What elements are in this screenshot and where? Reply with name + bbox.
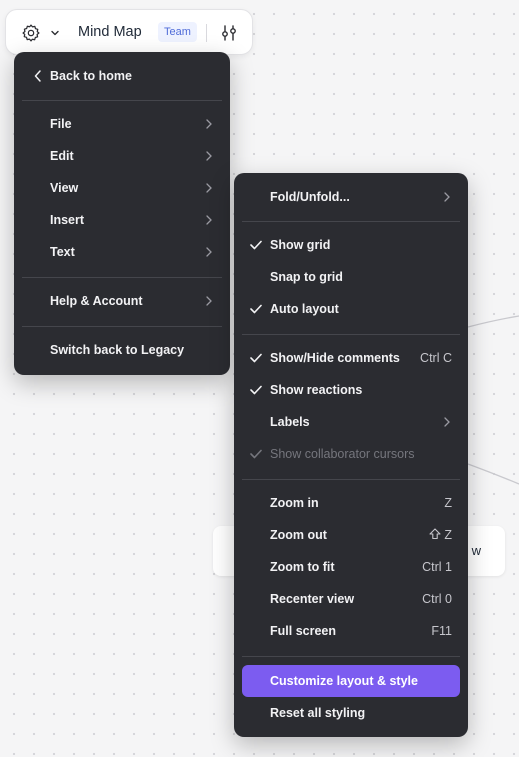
menu-item-label: Customize layout & style [270,674,418,688]
shortcut-label: Z [444,496,452,510]
menu-item-label: Help & Account [50,294,143,308]
menu-item-label: Zoom out [270,528,327,542]
menu-item-zoom-in[interactable]: Zoom in Z [242,488,460,518]
shortcut-label: Ctrl C [420,351,452,365]
chevron-right-icon [206,119,212,129]
menu-divider [242,656,460,657]
menu-item-full-screen[interactable]: Full screen F11 [242,616,460,646]
top-toolbar: Mind Map Team [5,9,253,55]
shortcut-label: Ctrl 1 [422,560,452,574]
check-icon [250,304,262,314]
menu-item-label: File [50,117,72,131]
menu-item-label: Zoom to fit [270,560,335,574]
check-icon [250,240,262,250]
menu-item-label: Snap to grid [270,270,343,284]
menu-item-label: Insert [50,213,85,227]
toolbar-divider [206,24,207,42]
menu-item-snap-to-grid[interactable]: Snap to grid [242,262,460,292]
menu-divider [242,479,460,480]
menu-item-labels[interactable]: Labels [242,407,460,437]
menu-item-help-account[interactable]: Help & Account [22,286,222,316]
shortcut-group: Z [429,520,452,550]
team-badge: Team [158,22,197,42]
menu-divider [242,221,460,222]
check-icon [250,449,262,459]
check-icon [250,385,262,395]
gear-icon[interactable] [21,23,41,43]
menu-item-show-collaborator-cursors: Show collaborator cursors [242,439,460,469]
chevron-right-icon [206,296,212,306]
menu-item-zoom-out[interactable]: Zoom out Z [242,520,460,550]
menu-item-view[interactable]: View [22,173,222,203]
chevron-right-icon [444,417,450,427]
menu-item-label: Recenter view [270,592,355,606]
menu-divider [22,326,222,327]
shortcut-label: Ctrl 0 [422,592,452,606]
shortcut-label: Z [444,528,452,542]
menu-item-label: Reset all styling [270,706,366,720]
menu-item-edit[interactable]: Edit [22,141,222,171]
menu-item-auto-layout[interactable]: Auto layout [242,294,460,324]
menu-item-show-hide-comments[interactable]: Show/Hide comments Ctrl C [242,343,460,373]
view-submenu: Fold/Unfold... Show grid Snap to grid Au… [234,173,468,737]
chevron-right-icon [206,215,212,225]
menu-item-label: Fold/Unfold... [270,190,350,204]
menu-item-recenter-view[interactable]: Recenter view Ctrl 0 [242,584,460,614]
main-menu: Back to home File Edit View Insert Text … [14,52,230,375]
back-to-home-label: Back to home [50,69,132,83]
menu-item-file[interactable]: File [22,109,222,139]
menu-item-label: Zoom in [270,496,319,510]
node-text: w [471,543,481,558]
back-to-home-item[interactable]: Back to home [22,61,222,91]
shift-icon [429,528,441,540]
menu-item-show-grid[interactable]: Show grid [242,230,460,260]
menu-item-insert[interactable]: Insert [22,205,222,235]
sliders-icon[interactable] [220,24,238,42]
menu-item-show-reactions[interactable]: Show reactions [242,375,460,405]
menu-item-label: Auto layout [270,302,339,316]
menu-item-label: Labels [270,415,310,429]
menu-divider [242,334,460,335]
chevron-left-icon [34,70,41,82]
menu-divider [22,100,222,101]
menu-item-label: Show collaborator cursors [270,447,415,461]
shortcut-label: F11 [431,624,452,638]
menu-item-fold-unfold[interactable]: Fold/Unfold... [242,182,460,212]
chevron-right-icon [206,151,212,161]
menu-item-label: Text [50,245,75,259]
chevron-right-icon [444,192,450,202]
menu-item-customize-layout-style[interactable]: Customize layout & style [242,665,460,697]
menu-item-label: Show reactions [270,383,363,397]
menu-item-text[interactable]: Text [22,237,222,267]
document-title[interactable]: Mind Map [78,24,142,40]
menu-item-label: Show grid [270,238,331,252]
menu-item-label: Switch back to Legacy [50,343,185,357]
chevron-down-icon[interactable] [50,28,60,38]
chevron-right-icon [206,183,212,193]
menu-item-zoom-to-fit[interactable]: Zoom to fit Ctrl 1 [242,552,460,582]
menu-item-label: Show/Hide comments [270,351,400,365]
menu-item-label: View [50,181,79,195]
check-icon [250,353,262,363]
menu-item-label: Full screen [270,624,336,638]
menu-item-reset-all-styling[interactable]: Reset all styling [242,698,460,728]
menu-divider [22,277,222,278]
menu-item-switch-legacy[interactable]: Switch back to Legacy [22,335,222,365]
chevron-right-icon [206,247,212,257]
menu-item-label: Edit [50,149,74,163]
